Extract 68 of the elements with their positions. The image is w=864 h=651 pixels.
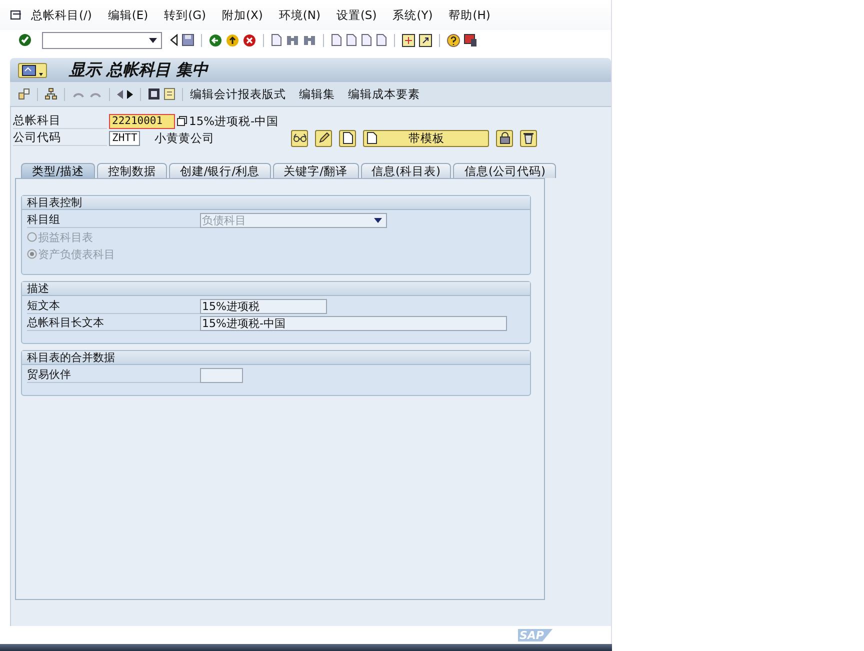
window-icon bbox=[22, 64, 36, 76]
menu-item[interactable]: 环境(N) bbox=[278, 8, 320, 22]
copy-icon[interactable] bbox=[177, 116, 187, 126]
next-icon[interactable] bbox=[127, 90, 133, 98]
exit-icon[interactable] bbox=[226, 34, 239, 46]
create-button[interactable] bbox=[339, 130, 356, 146]
input-field[interactable]: 15%进项税-中国 bbox=[200, 316, 507, 330]
edit-button[interactable] bbox=[315, 130, 332, 146]
glasses-button[interactable] bbox=[291, 130, 308, 146]
input-field[interactable]: 22210001 bbox=[109, 114, 175, 128]
menu-item[interactable]: 设置(S) bbox=[336, 8, 377, 22]
page-icon[interactable] bbox=[271, 34, 282, 46]
field-label: 科目组 bbox=[27, 212, 200, 228]
tab[interactable]: 创建/银行/利息 bbox=[168, 163, 271, 178]
menu-item[interactable]: 总帐科目(/) bbox=[31, 8, 92, 22]
input-field[interactable]: 15%进项税 bbox=[200, 298, 327, 314]
page-icon[interactable] bbox=[331, 34, 342, 46]
caret-icon bbox=[39, 72, 43, 76]
previous-icon bbox=[117, 90, 123, 98]
hierarchy-icon[interactable] bbox=[45, 88, 57, 100]
field-label: 总帐科目 bbox=[13, 113, 107, 129]
cancel-icon[interactable] bbox=[243, 34, 256, 46]
window-icon[interactable] bbox=[402, 34, 415, 46]
tab[interactable]: 关键字/翻译 bbox=[272, 163, 358, 178]
tab[interactable]: 信息(公司代码) bbox=[453, 163, 556, 178]
toolbar-button[interactable]: 编辑会计报表版式 bbox=[190, 86, 286, 102]
field-label: 公司代码 bbox=[13, 130, 107, 146]
menu-item[interactable]: 附加(X) bbox=[222, 8, 263, 22]
menu-item[interactable]: 编辑(E) bbox=[108, 8, 148, 22]
screen-title: 显示 总帐科目 集中 bbox=[69, 60, 208, 80]
toolbar-button[interactable]: 编辑成本要素 bbox=[348, 86, 420, 102]
input-field[interactable] bbox=[200, 368, 243, 382]
back-icon[interactable] bbox=[170, 34, 178, 46]
field-label: 总帐科目长文本 bbox=[27, 315, 200, 331]
page-icon bbox=[367, 132, 378, 144]
menu-icon[interactable] bbox=[10, 9, 22, 21]
page-icon[interactable] bbox=[361, 34, 372, 46]
logo: SAP bbox=[518, 628, 553, 642]
delete-button[interactable] bbox=[520, 130, 538, 146]
description-text: 15%进项税-中国 bbox=[189, 114, 279, 128]
check-icon[interactable] bbox=[18, 33, 32, 47]
dropdown-arrow-icon[interactable] bbox=[149, 38, 157, 42]
page-icon[interactable] bbox=[346, 34, 357, 46]
tab[interactable]: 控制数据 bbox=[96, 163, 167, 178]
menu-item[interactable]: 系统(Y) bbox=[392, 8, 433, 22]
template-button[interactable]: 带模板 bbox=[363, 130, 490, 146]
window-icon[interactable] bbox=[419, 34, 432, 46]
group-title: 科目表控制 bbox=[22, 196, 530, 210]
menu-item[interactable]: 帮助(H) bbox=[448, 8, 490, 22]
screen-menu-button[interactable] bbox=[18, 62, 47, 78]
tab[interactable]: 信息(科目表) bbox=[360, 163, 452, 178]
menu-item[interactable]: 转到(G) bbox=[164, 8, 206, 22]
toolbar-button[interactable]: 编辑集 bbox=[299, 86, 335, 102]
input-field[interactable]: ZHTT bbox=[109, 130, 140, 146]
tab[interactable]: 类型/描述 bbox=[21, 163, 95, 178]
field-label: 短文本 bbox=[27, 298, 200, 314]
help-icon[interactable] bbox=[447, 34, 460, 46]
group-title: 描述 bbox=[22, 282, 530, 296]
monitor-icon[interactable] bbox=[464, 34, 477, 46]
note-icon[interactable] bbox=[164, 88, 175, 100]
display-icon[interactable] bbox=[148, 88, 160, 100]
page-icon[interactable] bbox=[376, 34, 387, 46]
description-text: 小黄黄公司 bbox=[154, 130, 216, 146]
field-label: 贸易伙伴 bbox=[27, 367, 200, 383]
lock-button[interactable] bbox=[496, 130, 514, 146]
group-title: 科目表的合并数据 bbox=[22, 351, 530, 365]
save-icon[interactable] bbox=[182, 34, 194, 46]
command-field[interactable] bbox=[42, 32, 162, 48]
